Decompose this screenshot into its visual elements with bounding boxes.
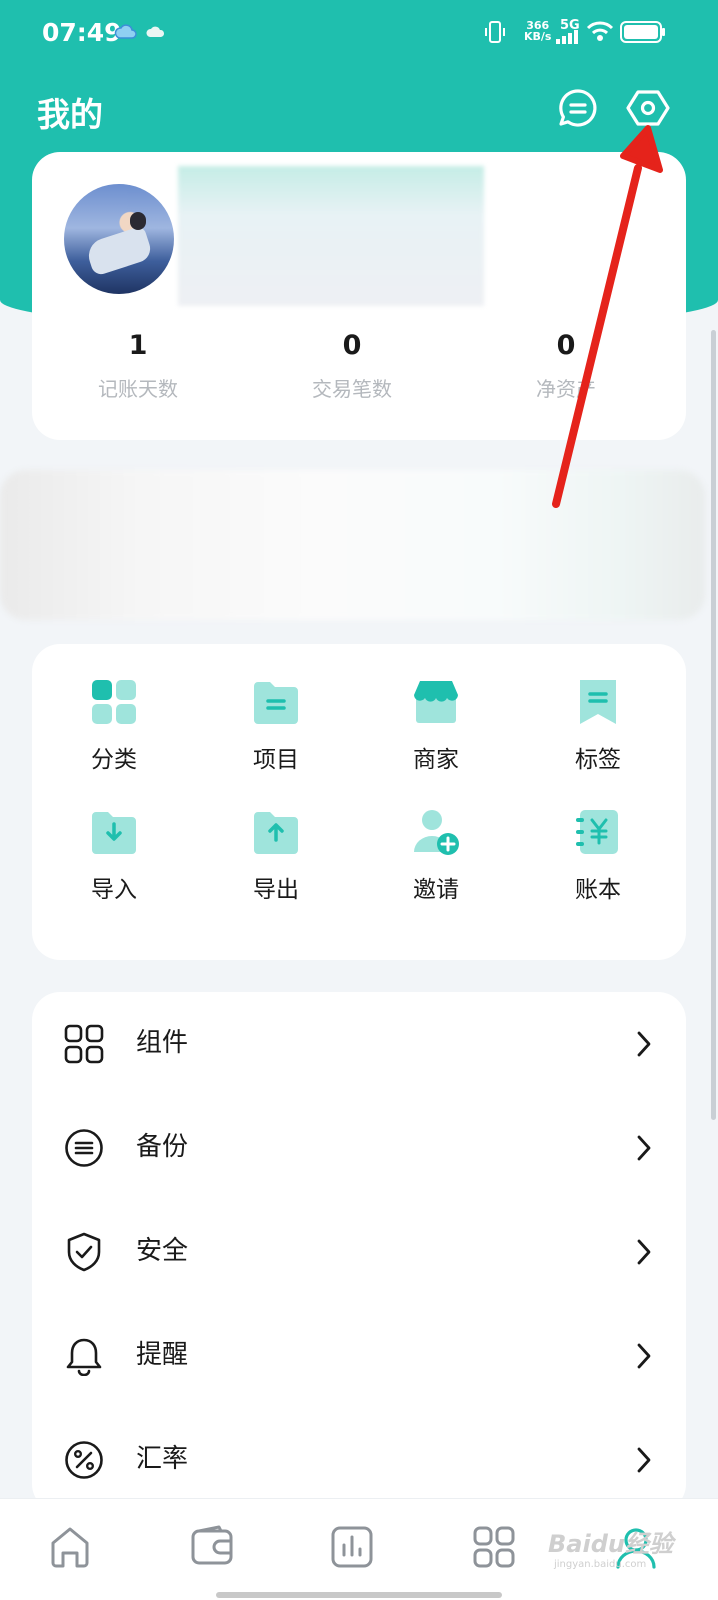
- home-icon[interactable]: [48, 1525, 92, 1569]
- stat-value: 1: [128, 330, 148, 361]
- project-folder-icon: [254, 682, 298, 724]
- username-blurred: [178, 166, 484, 306]
- shortcut-label: 账本: [575, 877, 621, 903]
- net-speed: 366 KB/s: [524, 20, 551, 42]
- shortcut-label: 导入: [91, 877, 137, 903]
- menu-label: 安全: [136, 1236, 189, 1266]
- signal-icon: [556, 30, 578, 44]
- widgets-grid-icon: [64, 1024, 104, 1064]
- wifi-icon: [586, 21, 614, 41]
- category-icon: [92, 680, 136, 724]
- menu-label: 备份: [136, 1132, 189, 1162]
- percent-icon: [65, 1441, 103, 1479]
- menu-item-reminder[interactable]: 提醒: [32, 1304, 686, 1408]
- menu-item-widgets[interactable]: 组件: [32, 992, 686, 1096]
- chevron-right-icon: [637, 1343, 651, 1369]
- stat-net-assets[interactable]: 0 净资产: [466, 330, 666, 402]
- shortcut-category[interactable]: 分类: [32, 678, 196, 774]
- shortcut-invite[interactable]: 邀请: [354, 808, 518, 904]
- menu-item-security[interactable]: 安全: [32, 1200, 686, 1304]
- menu-item-backup[interactable]: 备份: [32, 1096, 686, 1200]
- settings-menu: 组件 备份 安全 提醒 汇率: [32, 992, 686, 1512]
- shortcut-project[interactable]: 项目: [194, 678, 358, 774]
- wallet-icon[interactable]: [190, 1525, 234, 1569]
- vibrate-icon: [485, 21, 505, 43]
- shortcut-import[interactable]: 导入: [32, 808, 196, 904]
- import-icon: [92, 812, 136, 854]
- chevron-right-icon: [637, 1239, 651, 1265]
- shortcut-label: 项目: [253, 747, 299, 773]
- backup-icon: [65, 1129, 103, 1167]
- store-icon: [414, 681, 458, 723]
- menu-label: 提醒: [136, 1340, 189, 1370]
- shortcut-label: 导出: [253, 877, 299, 903]
- page-title: 我的: [37, 95, 103, 134]
- bell-icon: [66, 1338, 102, 1376]
- shortcut-store[interactable]: 商家: [354, 678, 518, 774]
- chevron-right-icon: [637, 1031, 651, 1057]
- profile-card[interactable]: 1 记账天数 0 交易笔数 0 净资产: [32, 152, 686, 440]
- stat-value: 0: [556, 330, 576, 361]
- shield-check-icon: [67, 1232, 101, 1272]
- cloud-icon: [146, 26, 165, 37]
- stat-transactions[interactable]: 0 交易笔数: [252, 330, 452, 402]
- menu-label: 汇率: [136, 1444, 189, 1474]
- menu-item-exchange-rate[interactable]: 汇率: [32, 1408, 686, 1512]
- shortcut-label: 商家: [413, 747, 459, 773]
- shortcut-export[interactable]: 导出: [194, 808, 358, 904]
- avatar[interactable]: [64, 184, 174, 294]
- stat-label: 记账天数: [98, 377, 178, 401]
- shortcut-tag[interactable]: 标签: [516, 678, 680, 774]
- menu-label: 组件: [136, 1028, 189, 1058]
- status-bar: 07:49 366 KB/s 5G: [0, 0, 718, 66]
- chevron-right-icon: [637, 1135, 651, 1161]
- chevron-right-icon: [637, 1447, 651, 1473]
- shortcut-ledger[interactable]: 账本: [516, 808, 680, 904]
- export-icon: [254, 812, 298, 854]
- shortcut-grid: 分类 项目 商家 标签 导入 导出 邀请 账本: [32, 644, 686, 960]
- stat-bookkeeping-days[interactable]: 1 记账天数: [38, 330, 238, 402]
- shortcut-label: 标签: [575, 747, 621, 773]
- ledger-yen-icon: [576, 810, 618, 854]
- tag-icon: [580, 680, 616, 724]
- shortcut-label: 邀请: [413, 877, 459, 903]
- baidu-watermark: Baidu经验 jingyan.baidu.com: [548, 1524, 673, 1570]
- shortcut-label: 分类: [91, 747, 137, 773]
- message-icon[interactable]: [556, 86, 600, 130]
- net-speed-unit: KB/s: [524, 30, 552, 43]
- stat-value: 0: [342, 330, 362, 361]
- battery-icon: [620, 21, 665, 43]
- stat-label: 交易笔数: [312, 377, 392, 401]
- invite-user-icon: [414, 810, 459, 855]
- baidu-cloud-icon: [114, 24, 137, 39]
- status-time: 07:49: [42, 18, 122, 47]
- watermark-url: jingyan.baidu.com: [554, 1559, 647, 1570]
- settings-icon[interactable]: [626, 86, 670, 130]
- banner-blurred[interactable]: [0, 470, 705, 620]
- home-indicator[interactable]: [216, 1592, 502, 1598]
- watermark-brand: Baidu经验: [548, 1530, 673, 1558]
- scrollbar[interactable]: [711, 330, 716, 1120]
- stat-label: 净资产: [536, 377, 596, 401]
- apps-grid-icon[interactable]: [472, 1525, 516, 1569]
- stats-icon[interactable]: [330, 1525, 374, 1569]
